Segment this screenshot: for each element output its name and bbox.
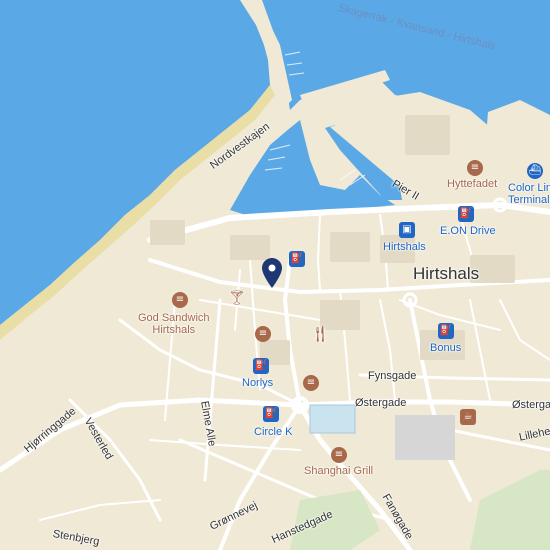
map-view[interactable]: Skagerrak - Kvansand - Hirtshals Hirtsha…	[0, 0, 550, 550]
restaurant-icon[interactable]: 🍴︎	[310, 324, 330, 343]
fuel-icon[interactable]: ⛽	[253, 358, 269, 374]
poi-eon-drive-label[interactable]: E.ON Drive	[440, 225, 496, 237]
poi-hirtshals-station-label[interactable]: Hirtshals	[383, 241, 426, 253]
coffee-icon[interactable]: ☕︎	[460, 409, 476, 425]
plaza-area	[309, 404, 356, 434]
street-label-ostergade-east: Østergade	[512, 399, 550, 411]
poi-color-line-label[interactable]: Color LineTerminal	[508, 182, 550, 206]
street-label-fynsgade: Fynsgade	[368, 370, 417, 382]
poi-god-sandwich-label[interactable]: God Sandwich Hirtshals	[138, 312, 210, 336]
fuel-icon[interactable]: ⛽	[263, 406, 279, 422]
poi-shanghai-grill-label[interactable]: Shanghai Grill	[304, 465, 373, 477]
city-label: Hirtshals	[413, 264, 480, 283]
poi-hyttefadet-label[interactable]: Hyttefadet	[447, 178, 497, 190]
cocktail-icon[interactable]: 🍸︎	[228, 289, 246, 306]
burger-icon[interactable]: ≡	[172, 292, 188, 308]
train-icon[interactable]: ▣	[399, 222, 415, 238]
fuel-icon[interactable]: ⛽	[438, 323, 454, 339]
fuel-icon[interactable]: ⛽	[289, 251, 305, 267]
burger-icon[interactable]: ≡	[467, 160, 483, 176]
burger-icon[interactable]: ≡	[331, 447, 347, 463]
poi-norlys-label[interactable]: Norlys	[242, 377, 273, 389]
ferry-icon[interactable]: ⛴	[527, 163, 543, 179]
burger-icon[interactable]: ≡	[255, 326, 271, 342]
poi-bonus-label[interactable]: Bonus	[430, 342, 461, 354]
parking-area	[395, 415, 455, 460]
fuel-icon[interactable]: ⛽	[458, 206, 474, 222]
street-label-ostergade: Østergade	[355, 397, 407, 409]
burger-icon[interactable]: ≡	[303, 375, 319, 391]
poi-circle-k-label[interactable]: Circle K	[254, 426, 293, 438]
location-pin-icon[interactable]	[262, 258, 282, 288]
